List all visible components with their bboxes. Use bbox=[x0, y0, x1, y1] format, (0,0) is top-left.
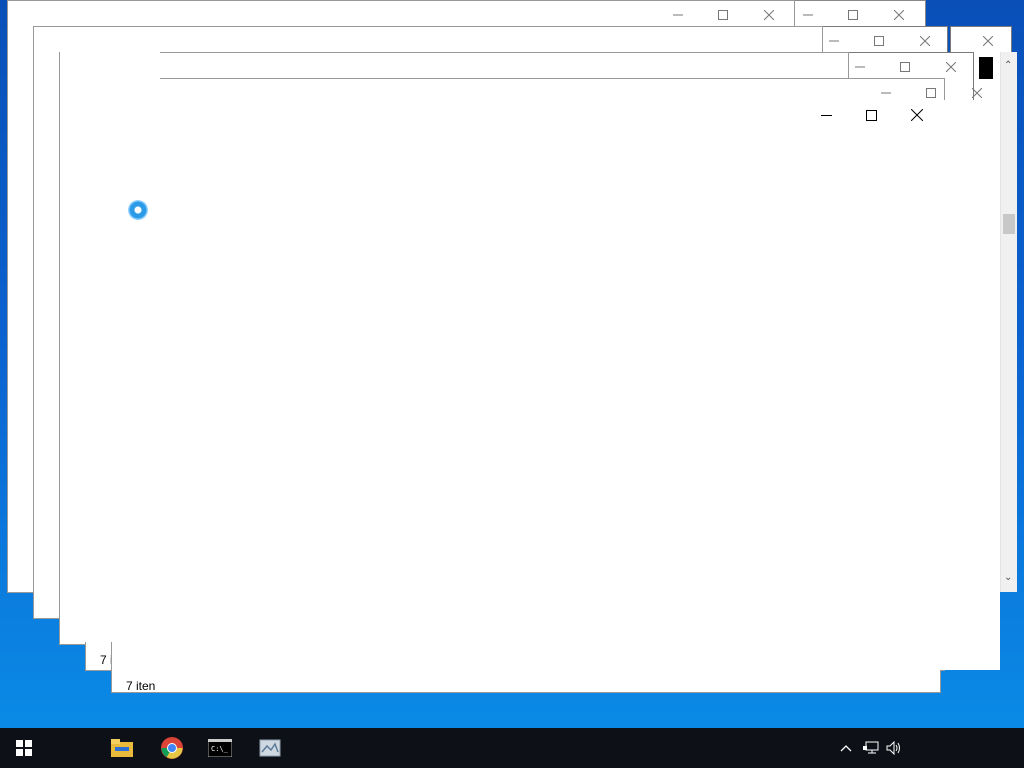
taskbar: C:\_ bbox=[0, 728, 1024, 768]
minimize-icon bbox=[829, 40, 839, 42]
chevron-up-icon bbox=[840, 745, 852, 752]
maximize-button[interactable] bbox=[848, 103, 894, 127]
maximize-button[interactable] bbox=[700, 3, 746, 27]
close-button[interactable] bbox=[876, 3, 922, 27]
close-icon bbox=[972, 88, 982, 98]
network-icon bbox=[863, 741, 879, 754]
close-icon bbox=[911, 109, 923, 121]
close-button[interactable] bbox=[902, 29, 948, 53]
window-front-left bbox=[60, 52, 160, 642]
scroll-thumb[interactable] bbox=[1003, 214, 1015, 234]
scroll-up-icon[interactable]: ⌃ bbox=[1004, 60, 1012, 71]
close-button[interactable] bbox=[965, 29, 1011, 53]
maximize-button[interactable] bbox=[856, 29, 902, 53]
close-icon bbox=[983, 36, 993, 46]
volume-icon bbox=[886, 741, 900, 755]
start-button[interactable] bbox=[0, 728, 48, 768]
window-front[interactable] bbox=[155, 100, 1000, 670]
status-bar-item-count: 7 iten bbox=[126, 679, 156, 693]
minimize-icon bbox=[820, 114, 832, 116]
color-swatch bbox=[979, 57, 993, 79]
close-button[interactable] bbox=[894, 103, 940, 127]
minimize-icon bbox=[855, 66, 865, 68]
maximize-icon bbox=[900, 62, 910, 72]
minimize-button[interactable] bbox=[655, 3, 701, 27]
taskbar-photos[interactable] bbox=[246, 728, 294, 768]
taskbar-command-prompt[interactable]: C:\_ bbox=[196, 728, 244, 768]
maximize-button[interactable] bbox=[882, 55, 928, 79]
show-hidden-icons-button[interactable] bbox=[838, 740, 854, 756]
close-button[interactable] bbox=[746, 3, 792, 27]
windows-logo-icon bbox=[16, 740, 32, 756]
maximize-icon bbox=[848, 10, 858, 20]
maximize-icon bbox=[865, 109, 877, 121]
busy-spinner-icon bbox=[128, 200, 148, 220]
maximize-button[interactable] bbox=[830, 3, 876, 27]
maximize-icon bbox=[718, 10, 728, 20]
minimize-button[interactable] bbox=[803, 103, 849, 127]
close-button[interactable] bbox=[928, 55, 974, 79]
command-prompt-icon: C:\_ bbox=[208, 739, 232, 757]
maximize-icon bbox=[926, 88, 936, 98]
close-icon bbox=[894, 10, 904, 20]
maximize-icon bbox=[874, 36, 884, 46]
photos-icon bbox=[259, 739, 281, 757]
file-explorer-icon bbox=[111, 739, 133, 757]
taskbar-file-explorer[interactable] bbox=[98, 728, 146, 768]
close-icon bbox=[946, 62, 956, 72]
chrome-icon bbox=[161, 737, 183, 759]
network-button[interactable] bbox=[862, 740, 880, 756]
close-icon bbox=[920, 36, 930, 46]
svg-text:C:\_: C:\_ bbox=[211, 745, 229, 753]
vertical-scrollbar[interactable]: ⌃ ⌄ bbox=[1000, 52, 1017, 592]
volume-button[interactable] bbox=[885, 740, 903, 756]
minimize-icon bbox=[673, 14, 683, 16]
taskbar-chrome[interactable] bbox=[148, 728, 196, 768]
minimize-icon bbox=[803, 14, 813, 16]
scroll-down-icon[interactable]: ⌄ bbox=[1004, 572, 1012, 583]
close-icon bbox=[764, 10, 774, 20]
minimize-icon bbox=[881, 92, 891, 94]
